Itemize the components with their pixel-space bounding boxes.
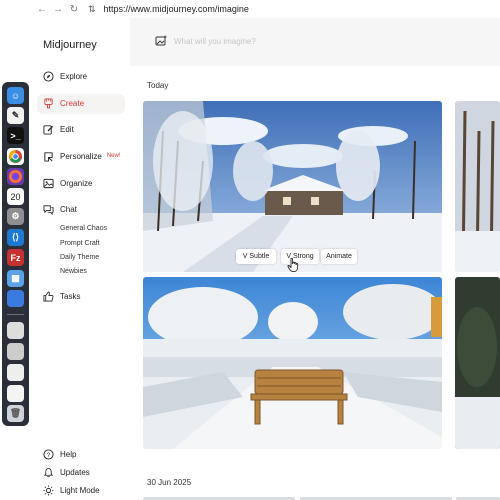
app-icon[interactable] <box>7 290 24 307</box>
brand-title: Midjourney <box>43 39 97 51</box>
chat-room-general-chaos[interactable]: General Chaos <box>60 225 107 232</box>
app-icon[interactable]: ▦ <box>7 270 24 287</box>
macos-dock: ☺ ✎ >_ 20 ⚙ ⟨⟩ Fz ▦ 🗑 <box>2 82 29 426</box>
generated-image[interactable] <box>143 277 442 449</box>
palette-icon <box>43 151 54 162</box>
nav-organize[interactable]: Organize <box>43 176 92 190</box>
sun-icon <box>43 484 54 496</box>
animate-button[interactable]: Animate <box>321 249 357 264</box>
nav-light-mode[interactable]: Light Mode <box>43 483 100 497</box>
image-upload-icon[interactable] <box>155 34 167 52</box>
generated-image[interactable] <box>455 101 500 272</box>
browser-toolbar: ← → ↻ ⇅ https://www.midjourney.com/imagi… <box>0 0 500 18</box>
window-thumbnail[interactable] <box>7 385 24 402</box>
bell-icon <box>43 467 54 478</box>
help-icon: ? <box>43 448 54 460</box>
nav-create[interactable]: Create <box>43 96 84 110</box>
window-thumbnail[interactable] <box>7 343 24 360</box>
compass-icon <box>43 70 54 82</box>
trash-icon[interactable]: 🗑 <box>7 405 24 422</box>
chat-icon <box>43 204 54 215</box>
vary-subtle-button[interactable]: V Subtle <box>236 249 276 264</box>
terminal-icon[interactable]: >_ <box>7 127 24 144</box>
section-heading-today: Today <box>147 81 169 90</box>
settings-icon[interactable]: ⚙ <box>7 208 24 225</box>
chrome-icon[interactable] <box>7 148 24 165</box>
nav-explore[interactable]: Explore <box>43 69 87 83</box>
nav-tasks[interactable]: Tasks <box>43 289 80 303</box>
nav-updates[interactable]: Updates <box>43 465 90 479</box>
firefox-icon[interactable] <box>7 168 24 185</box>
vscode-icon[interactable]: ⟨⟩ <box>7 229 24 246</box>
nav-edit[interactable]: Edit <box>43 122 74 136</box>
generated-image[interactable] <box>143 101 442 272</box>
nav-personalize[interactable]: Personalize New! <box>43 149 120 163</box>
thumbs-up-icon <box>43 291 54 302</box>
finder-icon[interactable]: ☺ <box>7 87 24 104</box>
nav-help[interactable]: ? Help <box>43 447 76 461</box>
new-badge: New! <box>106 153 121 159</box>
window-thumbnail[interactable] <box>7 364 24 381</box>
dock-divider <box>7 314 24 315</box>
calendar-icon[interactable]: 20 <box>7 188 24 205</box>
image-icon <box>43 178 54 189</box>
main-content: Today <box>130 18 500 500</box>
svg-text:?: ? <box>47 451 51 458</box>
back-icon[interactable]: ← <box>34 4 50 15</box>
address-bar[interactable]: https://www.midjourney.com/imagine <box>104 4 249 14</box>
sidebar: Midjourney Explore Create Edit Personali… <box>30 18 130 500</box>
chat-room-daily-theme[interactable]: Daily Theme <box>60 254 99 261</box>
site-settings-icon[interactable]: ⇅ <box>88 4 96 15</box>
section-heading-date: 30 Jun 2025 <box>147 478 192 487</box>
screen: { "browser": { "url": "https://www.midjo… <box>0 0 500 500</box>
edit-icon <box>43 124 54 135</box>
chat-room-prompt-craft[interactable]: Prompt Craft <box>60 240 100 247</box>
brush-icon <box>43 97 54 109</box>
reload-icon[interactable]: ↻ <box>66 4 82 15</box>
window-thumbnail[interactable] <box>7 322 24 339</box>
nav-chat[interactable]: Chat <box>43 202 77 216</box>
generated-image[interactable] <box>455 277 500 449</box>
prompt-input[interactable] <box>174 34 474 48</box>
hand-cursor-icon <box>287 258 299 272</box>
forward-icon[interactable]: → <box>50 4 66 15</box>
filezilla-icon[interactable]: Fz <box>7 249 24 266</box>
pen-icon[interactable]: ✎ <box>7 107 24 124</box>
prompt-bar <box>130 18 500 66</box>
chat-room-newbies[interactable]: Newbies <box>60 268 87 275</box>
calendar-day: 20 <box>10 191 21 202</box>
